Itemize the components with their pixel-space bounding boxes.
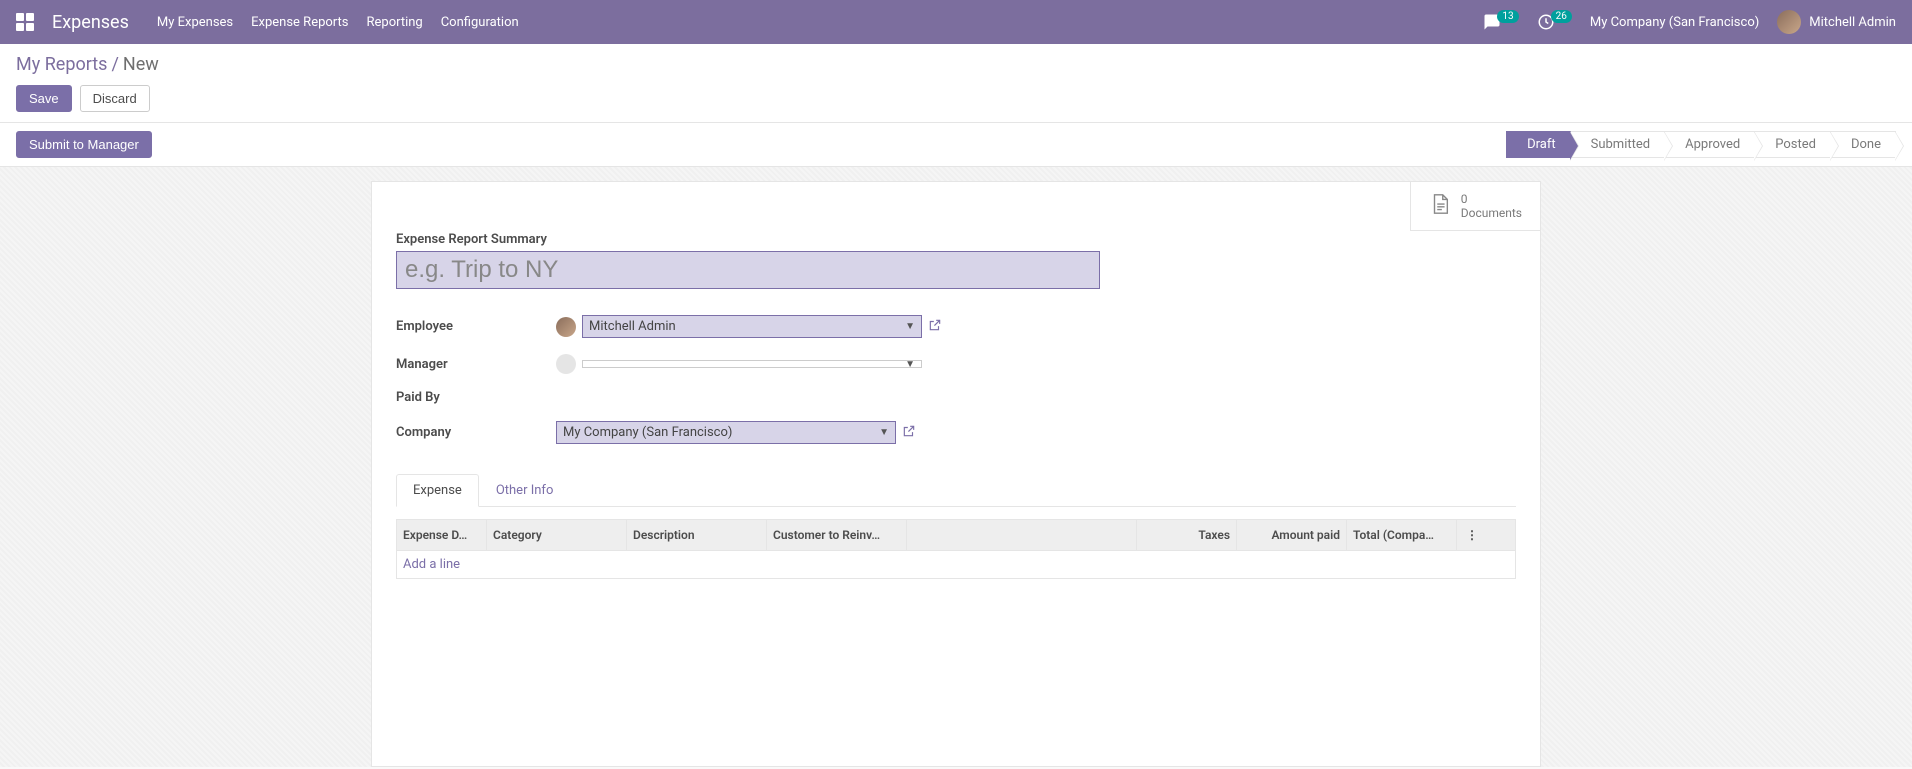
summary-label: Expense Report Summary [396, 232, 1516, 247]
stat-text: 0 Documents [1461, 192, 1522, 220]
stat-button-row: 0 Documents [1410, 182, 1540, 231]
document-icon [1429, 193, 1451, 219]
chat-badge: 13 [1497, 10, 1518, 23]
add-line-link[interactable]: Add a line [403, 557, 460, 572]
documents-count: 0 [1461, 192, 1522, 206]
submit-button[interactable]: Submit to Manager [16, 131, 152, 158]
th-blank [907, 520, 1137, 550]
employee-external-link-icon[interactable] [928, 318, 942, 336]
nav-my-expenses[interactable]: My Expenses [157, 15, 233, 30]
table-body: Add a line [396, 550, 1516, 579]
th-total[interactable]: Total (Compa… [1347, 520, 1457, 550]
page-body: 0 Documents Expense Report Summary Emplo… [0, 167, 1912, 767]
th-date[interactable]: Expense D… [397, 520, 487, 550]
th-menu-icon[interactable]: ⋮ [1457, 520, 1487, 550]
status-draft[interactable]: Draft [1506, 131, 1571, 158]
messaging-icon[interactable]: 13 [1483, 13, 1518, 31]
th-description[interactable]: Description [627, 520, 767, 550]
company-input[interactable]: My Company (San Francisco) ▼ [556, 421, 896, 444]
nav-configuration[interactable]: Configuration [441, 15, 519, 30]
nav-reporting[interactable]: Reporting [366, 15, 422, 30]
th-customer[interactable]: Customer to Reinv… [767, 520, 907, 550]
notebook-tabs: Expense Other Info [396, 474, 1516, 507]
apps-icon[interactable] [16, 13, 34, 31]
tab-other-info[interactable]: Other Info [479, 474, 571, 506]
table-header: Expense D… Category Description Customer… [396, 519, 1516, 550]
manager-field-wrap: ▼ [556, 354, 956, 374]
action-bar: Submit to Manager Draft Submitted Approv… [0, 123, 1912, 167]
status-posted[interactable]: Posted [1755, 131, 1831, 158]
user-name: Mitchell Admin [1809, 15, 1896, 30]
breadcrumb-parent[interactable]: My Reports [16, 54, 107, 75]
activity-icon[interactable]: 26 [1537, 13, 1572, 31]
breadcrumb: My Reports/New [16, 54, 1896, 75]
breadcrumb-current: New [123, 54, 159, 75]
chevron-down-icon: ▼ [879, 427, 889, 438]
employee-input[interactable]: Mitchell Admin ▼ [582, 315, 922, 338]
th-amount[interactable]: Amount paid [1237, 520, 1347, 550]
employee-field-wrap: Mitchell Admin ▼ [556, 315, 956, 338]
chevron-down-icon: ▼ [905, 321, 915, 332]
top-navbar: Expenses My Expenses Expense Reports Rep… [0, 0, 1912, 44]
manager-label: Manager [396, 357, 556, 372]
summary-input[interactable] [396, 251, 1100, 289]
th-category[interactable]: Category [487, 520, 627, 550]
status-submitted[interactable]: Submitted [1571, 131, 1665, 158]
paidby-label: Paid By [396, 390, 556, 405]
chevron-down-icon: ▼ [905, 359, 915, 370]
user-menu[interactable]: Mitchell Admin [1777, 10, 1896, 34]
form-sheet: 0 Documents Expense Report Summary Emplo… [371, 181, 1541, 767]
employee-label: Employee [396, 319, 556, 334]
discard-button[interactable]: Discard [80, 85, 150, 112]
expense-lines-table: Expense D… Category Description Customer… [396, 519, 1516, 579]
breadcrumb-bar: My Reports/New [0, 44, 1912, 75]
documents-label: Documents [1461, 206, 1522, 220]
user-avatar-icon [1777, 10, 1801, 34]
summary-group: Expense Report Summary [396, 232, 1516, 289]
activity-badge: 26 [1551, 10, 1572, 23]
app-title[interactable]: Expenses [52, 12, 129, 33]
nav-expense-reports[interactable]: Expense Reports [251, 15, 348, 30]
status-bar: Draft Submitted Approved Posted Done [1506, 131, 1896, 158]
form-fields: Employee Mitchell Admin ▼ Manager ▼ [396, 315, 956, 444]
documents-stat-button[interactable]: 0 Documents [1411, 182, 1540, 230]
employee-avatar-icon [556, 317, 576, 337]
tab-expense[interactable]: Expense [396, 474, 479, 507]
company-external-link-icon[interactable] [902, 424, 916, 442]
navbar-right: 13 26 My Company (San Francisco) Mitchel… [1483, 10, 1896, 34]
company-label: Company [396, 425, 556, 440]
save-button[interactable]: Save [16, 85, 72, 112]
company-switcher[interactable]: My Company (San Francisco) [1590, 15, 1759, 30]
manager-avatar-icon [556, 354, 576, 374]
navbar-left: Expenses My Expenses Expense Reports Rep… [16, 12, 519, 33]
status-approved[interactable]: Approved [1665, 131, 1755, 158]
manager-input[interactable]: ▼ [582, 360, 922, 368]
control-buttons: Save Discard [0, 75, 1912, 123]
status-done[interactable]: Done [1831, 131, 1896, 158]
th-taxes[interactable]: Taxes [1137, 520, 1237, 550]
company-field-wrap: My Company (San Francisco) ▼ [556, 421, 956, 444]
